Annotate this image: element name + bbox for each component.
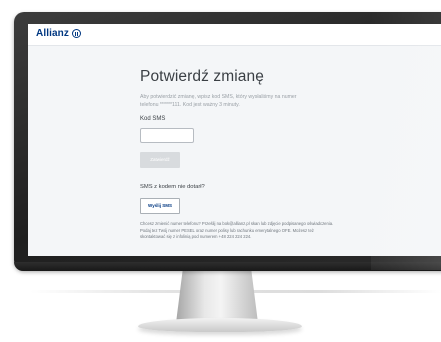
allianz-logo[interactable]: Allianz [36,28,81,39]
allianz-eagle-icon [71,29,81,38]
page-header: Allianz [28,24,441,46]
sms-code-input[interactable] [140,128,194,143]
product-mockup: Allianz Potwierdź zmianę Aby potwierdzić… [0,0,441,342]
monitor-chin [14,262,441,271]
change-phone-info: Chcesz zmienić numer telefonu? Prześlij … [140,221,334,240]
resend-question: SMS z kodem nie dotarł? [140,184,205,190]
page-description: Aby potwierdzić zmianę, wpisz kod SMS, k… [140,94,297,108]
page-title: Potwierdź zmianę [140,68,264,85]
send-sms-button[interactable]: Wyślij SMS [140,198,180,214]
confirm-change-form: Potwierdź zmianę Aby potwierdzić zmianę,… [140,68,360,241]
monitor-screen: Allianz Potwierdź zmianę Aby potwierdzić… [28,24,441,256]
logo-text: Allianz [36,28,69,39]
confirm-button[interactable]: Zatwierdź [140,152,180,168]
sms-code-label: Kod SMS [140,116,166,122]
monitor-stand-base [138,318,302,332]
monitor-stand-neck [176,271,258,323]
